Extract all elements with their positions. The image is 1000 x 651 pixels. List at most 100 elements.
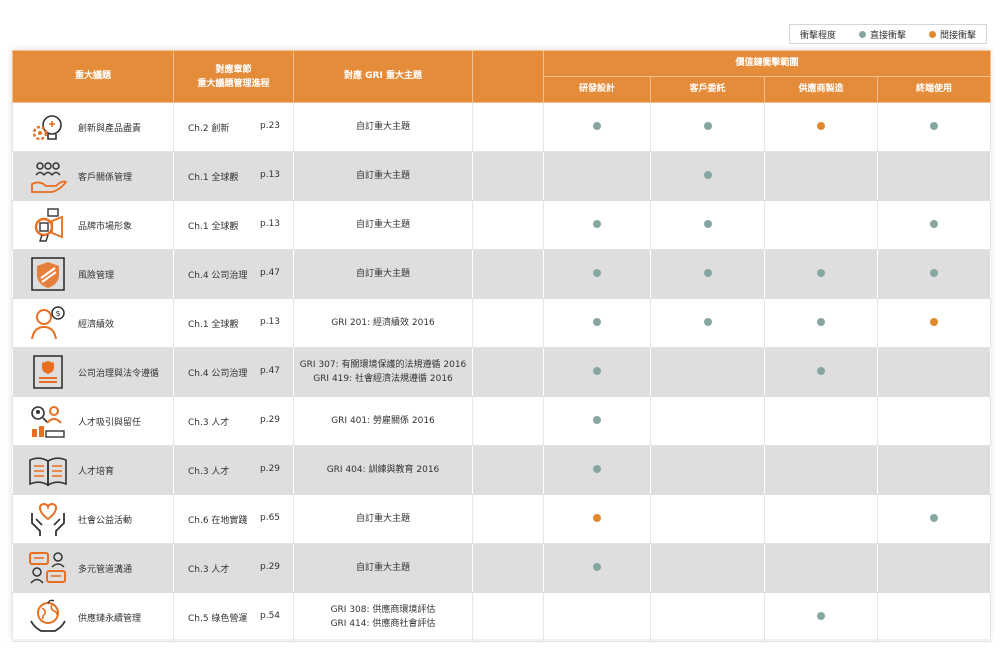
chapter-name: Ch.4 公司治理 [188, 368, 248, 379]
spacer-cell [472, 445, 544, 495]
chapter-cell: Ch.5 綠色營運 p.54 [173, 592, 294, 642]
gri-cell: 自訂重大主題 [293, 249, 473, 299]
legend-direct: 直接衝擊 [858, 28, 906, 41]
direct-impact-dot-icon [593, 415, 601, 424]
gri-topic: 自訂重大主題 [355, 514, 410, 524]
topic-label: 創新與產品盡責 [78, 123, 142, 134]
topic-cell: 風險管理 [12, 249, 174, 299]
topic-cell: 創新與產品盡責 [12, 102, 174, 152]
impact-cell-supplier [764, 151, 878, 201]
table-row: 多元管道溝通 Ch.3 人才 p.29 自訂重大主題 [12, 543, 992, 593]
customer-relations-icon [28, 158, 68, 194]
chapter-name: Ch.2 創新 [188, 123, 230, 134]
legend-direct-label: 直接衝擊 [869, 30, 906, 41]
topic-label: 供應鏈永續管理 [78, 613, 142, 624]
direct-impact-dot-icon [593, 268, 601, 277]
table-row: 品牌市場形象 Ch.1 全球觀 p.13 自訂重大主題 [12, 200, 992, 250]
chapter-name: Ch.1 全球觀 [188, 319, 239, 330]
topic-label: 多元管道溝通 [78, 564, 133, 575]
talent-search-icon [28, 403, 68, 439]
chapter-page: p.47 [260, 365, 281, 376]
impact-legend: 衝擊程度 直接衝擊 間接衝擊 [789, 24, 987, 44]
gri-topic: GRI 308: 供應商環境評估 [330, 605, 436, 615]
material-topics-table: 重大議題 對應章節 重大議題管理進程 對應 GRI 重大主題 價值鏈衝擊範圍 研… [12, 50, 992, 642]
impact-cell-client [650, 445, 765, 495]
impact-cell-rd [543, 151, 651, 201]
gri-cell: 自訂重大主題 [293, 494, 473, 544]
chapter-page: p.29 [260, 463, 281, 474]
impact-cell-end-use [876, 102, 992, 152]
chapter-name: Ch.6 在地實踐 [188, 515, 248, 526]
table-row: 供應鏈永續管理 Ch.5 綠色營運 p.54 GRI 308: 供應商環境評估 GRI … [12, 592, 992, 642]
gri-cell: GRI 308: 供應商環境評估 GRI 414: 供應商社會評估 [293, 592, 473, 642]
impact-cell-client [650, 592, 765, 642]
chapter-page: p.47 [260, 267, 281, 278]
direct-impact-dot-icon [817, 611, 825, 620]
direct-impact-dot-icon [703, 268, 712, 277]
gri-topic: GRI 401: 勞雇關係 2016 [331, 416, 435, 426]
gri-topic: 自訂重大主題 [355, 269, 410, 279]
topic-cell: 公司治理與法令遵循 [12, 347, 174, 397]
chapter-cell: Ch.1 全球觀 p.13 [173, 200, 294, 250]
spacer-cell [472, 102, 544, 152]
direct-impact-dot-icon [930, 121, 938, 130]
impact-cell-supplier [764, 200, 878, 250]
topic-label: 人才培育 [78, 466, 115, 477]
table-row: 客戶關係管理 Ch.1 全球觀 p.13 自訂重大主題 [12, 151, 992, 201]
chapter-cell: Ch.3 人才 p.29 [173, 396, 294, 446]
header-stage-end-use: 終端使用 [876, 76, 992, 103]
topic-cell: 客戶關係管理 [12, 151, 174, 201]
spacer-cell [472, 151, 544, 201]
header-topic: 重大議題 [12, 50, 174, 103]
chapter-cell: Ch.1 全球觀 p.13 [173, 298, 294, 348]
direct-impact-dot-icon [817, 268, 825, 277]
certificate-icon [28, 354, 68, 390]
impact-cell-supplier [764, 249, 878, 299]
chapter-name: Ch.1 全球觀 [188, 221, 239, 232]
chapter-page: p.13 [260, 218, 281, 229]
chapter-cell: Ch.1 全球觀 p.13 [173, 151, 294, 201]
spacer-cell [472, 592, 544, 642]
impact-cell-rd [543, 200, 651, 250]
gri-cell: 自訂重大主題 [293, 102, 473, 152]
open-book-icon [28, 452, 68, 488]
chapter-page: p.54 [260, 610, 281, 621]
gri-cell: GRI 201: 經濟績效 2016 [293, 298, 473, 348]
topic-cell: 多元管道溝通 [12, 543, 174, 593]
topic-label: 公司治理與法令遵循 [78, 368, 160, 379]
direct-impact-dot-icon [930, 268, 938, 277]
impact-cell-client [650, 494, 765, 544]
direct-impact-dot-icon [703, 170, 712, 179]
header-value-chain: 價值鏈衝擊範圍 [542, 50, 992, 77]
header-stage-client: 客戶委託 [650, 76, 765, 103]
header-stage-supplier: 供應商製造 [764, 76, 878, 103]
impact-cell-client [650, 347, 765, 397]
chapter-page: p.29 [260, 561, 281, 572]
legend-indirect-label: 間接衝擊 [939, 30, 976, 41]
svg-text:$: $ [56, 309, 61, 318]
impact-cell-end-use [876, 592, 992, 642]
impact-cell-supplier [764, 543, 878, 593]
table-row: 風險管理 Ch.4 公司治理 p.47 自訂重大主題 [12, 249, 992, 299]
impact-cell-supplier [764, 592, 878, 642]
gri-topic: GRI 201: 經濟績效 2016 [331, 318, 435, 328]
direct-impact-dot-icon [593, 219, 601, 228]
indirect-impact-dot-icon [593, 513, 601, 522]
impact-cell-rd [543, 543, 651, 593]
impact-cell-rd [543, 396, 651, 446]
impact-cell-supplier [764, 396, 878, 446]
direct-impact-dot-icon [703, 317, 712, 326]
impact-cell-client [650, 151, 765, 201]
impact-cell-client [650, 200, 765, 250]
direct-impact-dot-icon [858, 30, 866, 38]
impact-cell-client [650, 298, 765, 348]
gri-topic: 自訂重大主題 [355, 171, 410, 181]
heart-hands-icon [28, 501, 68, 537]
direct-impact-dot-icon [930, 219, 938, 228]
spacer-cell [472, 494, 544, 544]
topic-label: 風險管理 [78, 270, 115, 281]
spacer-cell [472, 200, 544, 250]
chapter-cell: Ch.6 在地實踐 p.65 [173, 494, 294, 544]
impact-cell-supplier [764, 494, 878, 544]
chapter-cell: Ch.3 人才 p.29 [173, 543, 294, 593]
